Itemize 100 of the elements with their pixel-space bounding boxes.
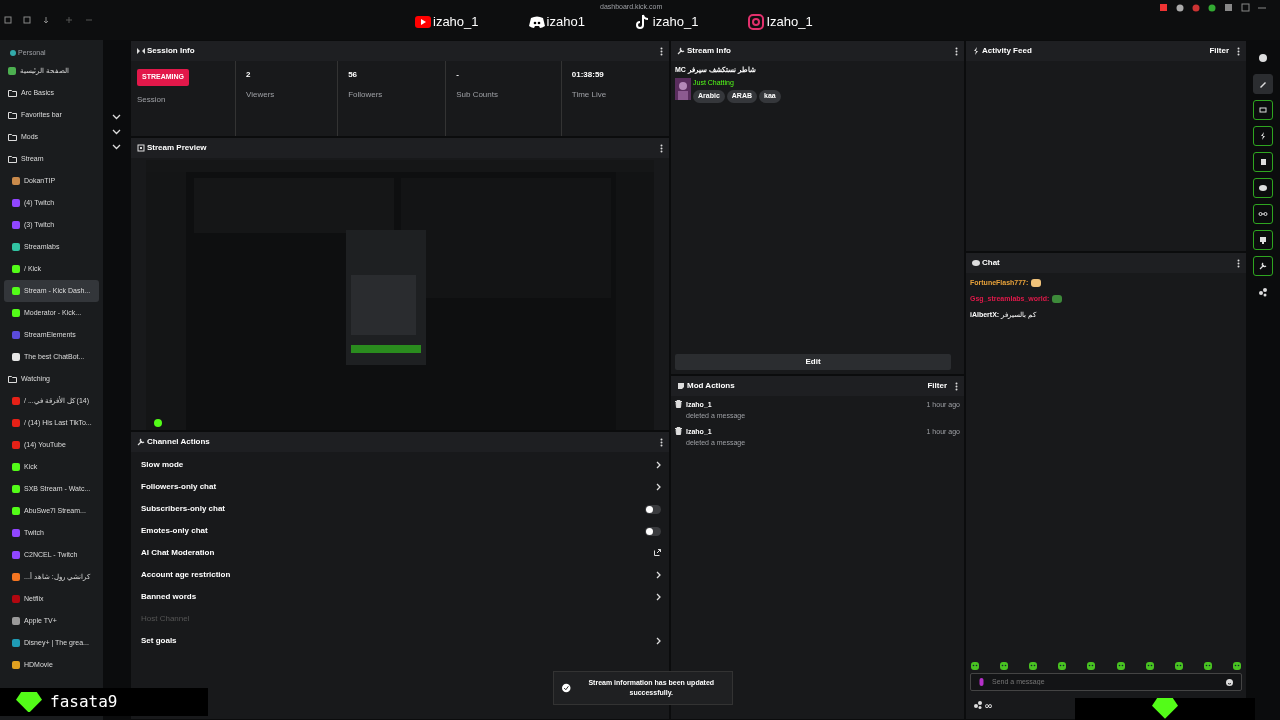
panel-title: Channel Actions [147,436,210,448]
link-icon [1258,209,1268,219]
wrench-icon [677,47,685,55]
share-icon [1258,287,1268,297]
emote-icon[interactable] [999,661,1010,671]
note-icon [677,382,685,390]
stat-label: Followers [348,89,384,101]
action-label[interactable]: Set goals [141,635,177,647]
pencil-icon [1258,79,1268,89]
action-label[interactable]: Subscribers-only chat [141,503,226,515]
bolt-icon [1258,131,1268,141]
wrench-icon [1258,261,1268,271]
emote-icon [1030,278,1043,288]
panel-title: Stream Preview [147,142,207,154]
category-thumbnail-icon [675,77,691,100]
action-label[interactable]: Slow mode [141,459,184,471]
panel-toggle-button[interactable] [1253,178,1273,198]
external-link-icon[interactable] [654,549,661,557]
trash-icon [675,400,682,408]
stat-value: 01:38:59 [571,69,605,81]
filter-button[interactable]: Filter [1209,45,1229,57]
panel-title: Session Info [147,45,195,57]
action-label[interactable]: AI Chat Moderation [141,547,215,559]
bolt-icon [972,47,980,55]
panel-toggle-button[interactable] [1253,230,1273,250]
more-icon[interactable] [1237,258,1240,268]
chevron-right-icon[interactable] [656,460,661,469]
stat-value: 2 [246,69,252,81]
toggle-switch[interactable] [645,526,661,536]
emote-icon[interactable] [1202,661,1213,671]
chat-icon [972,259,980,267]
info-icon [1258,53,1268,63]
filter-button[interactable]: Filter [927,380,947,392]
stat-value: 56 [348,69,359,81]
emote-icon[interactable] [1057,661,1068,671]
music-note-icon [634,13,651,30]
panel-toggle-button[interactable] [1253,152,1273,172]
open-folder-icon [8,155,17,163]
emoji-icon[interactable] [1226,678,1233,686]
chevron-right-icon[interactable] [656,570,661,579]
emote-icon[interactable] [1173,661,1184,671]
more-icon[interactable] [660,143,663,153]
more-icon[interactable] [955,46,958,56]
panel-title: Activity Feed [982,45,1032,57]
more-icon[interactable] [1237,46,1240,56]
panel-toggle-button[interactable] [1253,74,1273,94]
check-icon [562,683,571,693]
action-label[interactable]: Emotes-only chat [141,525,208,537]
open-folder-icon [8,375,17,383]
balance-text: ∞ [985,698,993,713]
microphone-icon [979,678,984,686]
collapse-icon [137,47,145,55]
panel-toggle-button[interactable] [1253,204,1273,224]
social-handle: izaho1 [546,13,585,31]
panel-title: Chat [982,257,1000,269]
toggle-switch[interactable] [645,504,661,514]
chat-icon [1258,183,1268,193]
social-handle: Izaho_1 [766,13,813,31]
more-icon[interactable] [955,381,958,391]
panel-toggle-button[interactable] [1253,126,1273,146]
emote-icon[interactable] [1144,661,1155,671]
panel-toggle-button[interactable] [1253,256,1273,276]
gem-icon [1152,698,1178,719]
wrench-icon [137,438,145,446]
action-label[interactable]: Account age restriction [141,569,231,581]
gem-icon [16,691,42,713]
emote-icon [1051,294,1064,304]
preview-icon [137,144,145,152]
emote-icon[interactable] [1232,661,1242,671]
overlay-username: fasata9 [50,691,118,713]
stat-label: Time Live [571,89,608,101]
chevron-right-icon[interactable] [656,636,661,645]
folder-icon [8,133,17,141]
folder-icon [8,89,17,97]
more-icon[interactable] [660,437,663,447]
edit-button[interactable]: Edit [675,354,951,370]
more-icon[interactable] [660,46,663,56]
monitor-icon [1258,235,1268,245]
chevron-right-icon[interactable] [656,482,661,491]
emote-icon[interactable] [1028,661,1039,671]
panel-title: Mod Actions [687,380,735,392]
coins-icon [974,701,983,709]
play-icon [415,13,431,30]
preview-icon [1258,105,1268,115]
stat-label: Sub Counts [456,89,499,101]
folder-icon [8,111,17,119]
globe-icon [10,50,16,56]
action-label[interactable]: Banned words [141,591,197,603]
emote-icon[interactable] [1086,661,1097,671]
chevron-right-icon[interactable] [656,592,661,601]
social-handle: izaho_1 [433,13,479,31]
panel-toggle-button[interactable] [1253,100,1273,120]
stat-value: - [456,69,460,81]
emote-icon[interactable] [970,661,980,671]
camera-icon [748,13,765,30]
stat-label: Session [137,93,167,106]
action-label[interactable]: Followers-only chat [141,481,217,493]
panel-title: Stream Info [687,45,731,57]
stat-label: Viewers [246,89,276,101]
emote-icon[interactable] [1115,661,1126,671]
